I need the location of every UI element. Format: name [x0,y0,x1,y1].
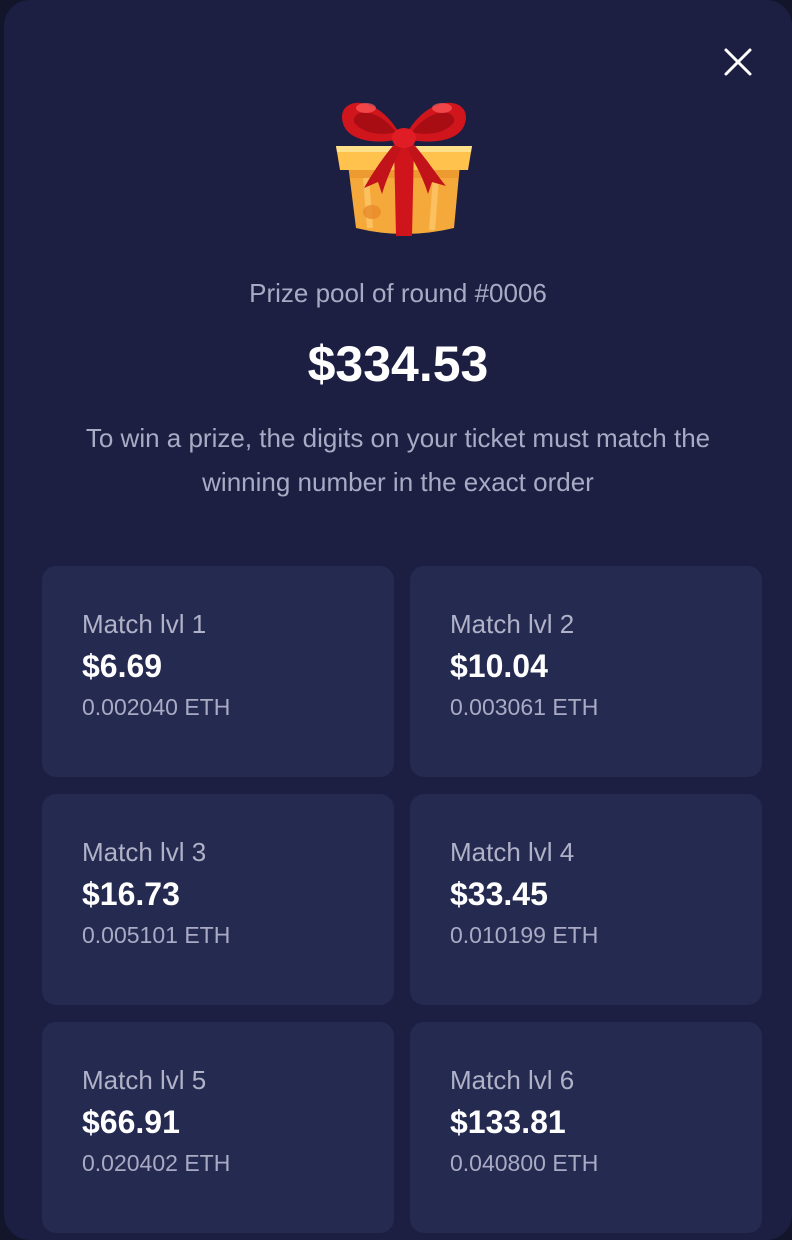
match-level-label: Match lvl 6 [450,1065,575,1095]
match-level-usd: $133.81 [450,1104,566,1140]
match-level-card: Match lvl 4 $33.45 0.010199 ETH [410,794,762,1005]
prize-pool-amount: $334.53 [307,336,489,392]
match-level-label: Match lvl 2 [450,609,575,639]
match-level-label: Match lvl 3 [82,837,207,867]
match-level-eth: 0.010199 ETH [450,922,599,948]
prize-description: To win a prize, the digits on your ticke… [85,423,711,497]
match-level-label: Match lvl 1 [82,609,207,639]
gift-box-icon [336,102,472,236]
match-level-usd: $33.45 [450,876,548,912]
match-level-card: Match lvl 6 $133.81 0.040800 ETH [410,1022,762,1233]
match-level-card: Match lvl 5 $66.91 0.020402 ETH [42,1022,394,1233]
match-level-card: Match lvl 2 $10.04 0.003061 ETH [410,566,762,777]
match-level-eth: 0.003061 ETH [450,694,599,720]
match-level-usd: $6.69 [82,648,163,684]
match-level-label: Match lvl 5 [82,1065,207,1095]
close-button[interactable] [716,40,760,84]
match-level-eth: 0.020402 ETH [82,1150,231,1176]
match-level-eth: 0.002040 ETH [82,694,231,720]
match-level-card: Match lvl 3 $16.73 0.005101 ETH [42,794,394,1005]
match-level-card: Match lvl 1 $6.69 0.002040 ETH [42,566,394,777]
prize-pool-modal: Prize pool of round #0006 $334.53 To win… [4,0,792,1240]
match-level-usd: $16.73 [82,876,180,912]
match-level-grid: Match lvl 1 $6.69 0.002040 ETH Match lvl… [42,566,762,1233]
prize-pool-subtitle: Prize pool of round #0006 [249,278,547,308]
match-level-usd: $10.04 [450,648,548,684]
match-level-eth: 0.005101 ETH [82,922,231,948]
match-level-usd: $66.91 [82,1104,180,1140]
match-level-label: Match lvl 4 [450,837,575,867]
close-icon [724,48,752,76]
match-level-eth: 0.040800 ETH [450,1150,599,1176]
